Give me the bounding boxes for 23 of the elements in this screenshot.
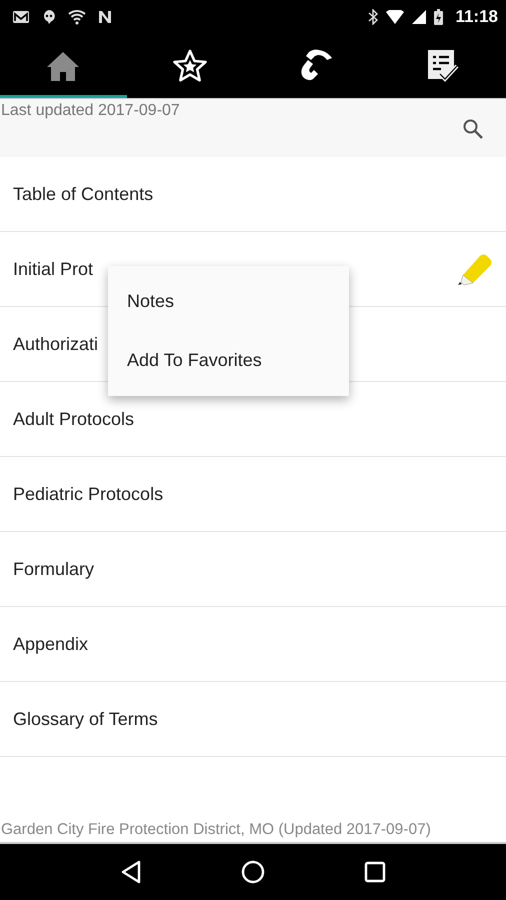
checklist-icon xyxy=(426,48,460,84)
list-item[interactable]: Formulary xyxy=(0,532,506,607)
n-icon xyxy=(98,10,112,24)
back-icon[interactable] xyxy=(120,860,142,884)
cell-signal-icon xyxy=(412,10,426,24)
search-icon[interactable] xyxy=(462,118,484,140)
wifi-icon xyxy=(68,8,86,24)
star-icon xyxy=(172,48,208,82)
list-item[interactable]: Pediatric Protocols xyxy=(0,457,506,532)
wifi-signal-icon xyxy=(386,10,404,24)
last-updated-text: Last updated 2017-09-07 xyxy=(1,102,180,120)
recents-icon[interactable] xyxy=(364,861,386,883)
list-item[interactable]: Table of Contents xyxy=(0,157,506,232)
list-item[interactable]: Appendix xyxy=(0,607,506,682)
list-item[interactable]: Glossary of Terms xyxy=(0,682,506,757)
chat-bubble-icon xyxy=(42,8,56,24)
mail-icon xyxy=(12,10,30,24)
home-icon xyxy=(46,50,80,82)
battery-icon xyxy=(434,8,444,24)
menu-item[interactable]: Notes xyxy=(108,272,349,330)
bluetooth-icon xyxy=(368,8,378,24)
clock-time: 11:18 xyxy=(455,6,498,26)
home-button-icon[interactable] xyxy=(240,860,265,884)
